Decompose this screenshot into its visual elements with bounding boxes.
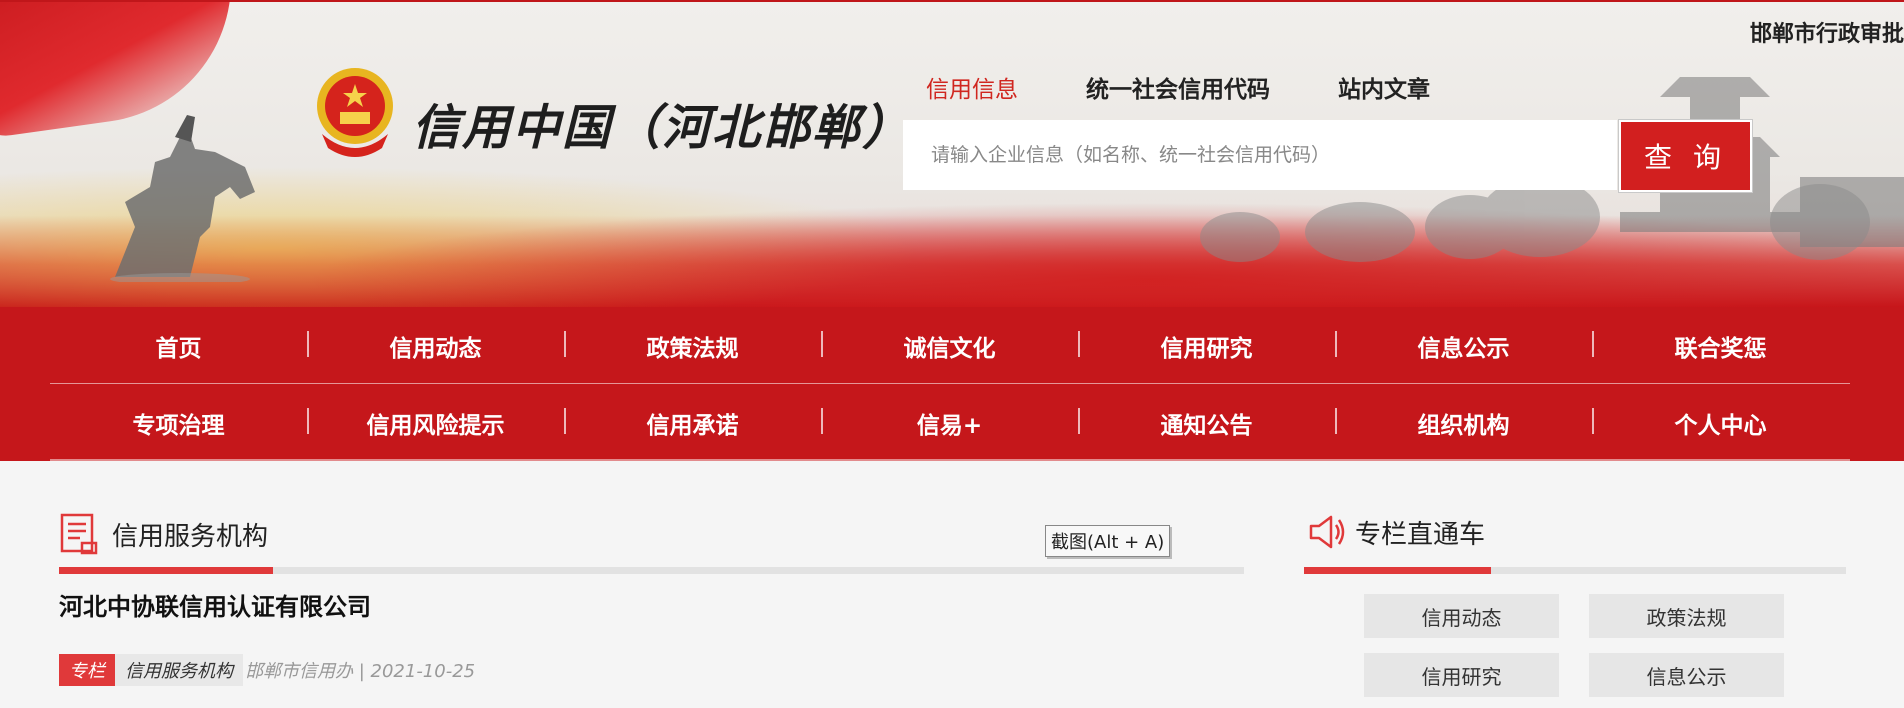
main-nav: 首页 信用动态 政策法规 诚信文化 信用研究 信息公示 联合奖惩 专项治理 信用… (0, 307, 1904, 461)
site-title: 信用中国（河北邯郸） (412, 100, 913, 156)
nav-item-special-governance[interactable]: 专项治理 (50, 384, 307, 461)
nav-item-disclosure[interactable]: 信息公示 (1335, 307, 1592, 384)
column-tag[interactable]: 专栏 (59, 654, 115, 686)
megaphone-icon (1309, 515, 1345, 549)
nav-item-policy[interactable]: 政策法规 (564, 307, 821, 384)
city-label: 邯郸市行政审批 (1749, 21, 1904, 47)
screenshot-tooltip: 截图(Alt + A) (1045, 525, 1171, 557)
header-banner: 邯郸市行政审批 信用中国（河北邯郸） 信用信息 统一社会信用代码 站内文章 查 … (0, 0, 1904, 307)
nav-item-notices[interactable]: 通知公告 (1078, 384, 1335, 461)
quick-link-disclosure[interactable]: 信息公示 (1589, 653, 1784, 697)
nav-item-personal-center[interactable]: 个人中心 (1592, 384, 1849, 461)
section-title: 信用服务机构 (112, 521, 269, 552)
section-header: 信用服务机构 (60, 513, 268, 555)
sidebar-header: 专栏直通车 (1307, 513, 1485, 551)
article-title[interactable]: 河北中协联信用认证有限公司 (59, 587, 371, 622)
source-date: 邯郸市信用办 | 2021-10-25 (245, 661, 476, 682)
search-tab-site-articles[interactable]: 站内文章 (1338, 70, 1430, 104)
nav-item-organization[interactable]: 组织机构 (1335, 384, 1592, 461)
sidebar-underline (1304, 567, 1846, 574)
quick-link-policy[interactable]: 政策法规 (1589, 594, 1784, 638)
quick-link-credit-research[interactable]: 信用研究 (1364, 653, 1559, 697)
nav-row-2: 专项治理 信用风险提示 信用承诺 信易+ 通知公告 组织机构 个人中心 (50, 384, 1850, 461)
nav-item-credit-news[interactable]: 信用动态 (307, 307, 564, 384)
search-tab-credit-code[interactable]: 统一社会信用代码 (1086, 70, 1270, 104)
nav-item-credit-commitment[interactable]: 信用承诺 (564, 384, 821, 461)
search-input[interactable] (903, 120, 1617, 190)
section-underline-accent (59, 567, 273, 574)
search-button[interactable]: 查 询 (1619, 120, 1752, 192)
search-tab-credit-info[interactable]: 信用信息 (926, 70, 1018, 104)
document-icon (60, 513, 98, 555)
nav-item-rewards-penalties[interactable]: 联合奖惩 (1592, 307, 1849, 384)
nav-item-xinyi-plus[interactable]: 信易+ (821, 384, 1078, 461)
quick-link-credit-news[interactable]: 信用动态 (1364, 594, 1559, 638)
search-tabs: 信用信息 统一社会信用代码 站内文章 (926, 70, 1430, 104)
sidebar-underline-accent (1304, 567, 1491, 574)
horse-statue-icon (110, 115, 255, 282)
quick-links: 信用动态 政策法规 信用研究 信息公示 (1364, 594, 1784, 697)
nav-item-credit-research[interactable]: 信用研究 (1078, 307, 1335, 384)
nav-item-risk-alert[interactable]: 信用风险提示 (307, 384, 564, 461)
category-label[interactable]: 信用服务机构 (115, 654, 243, 686)
section-underline (59, 567, 1244, 574)
nav-row-1: 首页 信用动态 政策法规 诚信文化 信用研究 信息公示 联合奖惩 (50, 307, 1850, 384)
search-box (903, 120, 1617, 190)
sidebar-title: 专栏直通车 (1355, 519, 1486, 550)
main-content: 信用服务机构 截图(Alt + A) 河北中协联信用认证有限公司 专栏 信用服务… (0, 461, 1904, 708)
nav-item-home[interactable]: 首页 (50, 307, 307, 384)
national-emblem-icon (317, 68, 393, 157)
nav-item-integrity-culture[interactable]: 诚信文化 (821, 307, 1078, 384)
article-meta: 专栏 信用服务机构 邯郸市信用办 | 2021-10-25 (59, 654, 476, 686)
